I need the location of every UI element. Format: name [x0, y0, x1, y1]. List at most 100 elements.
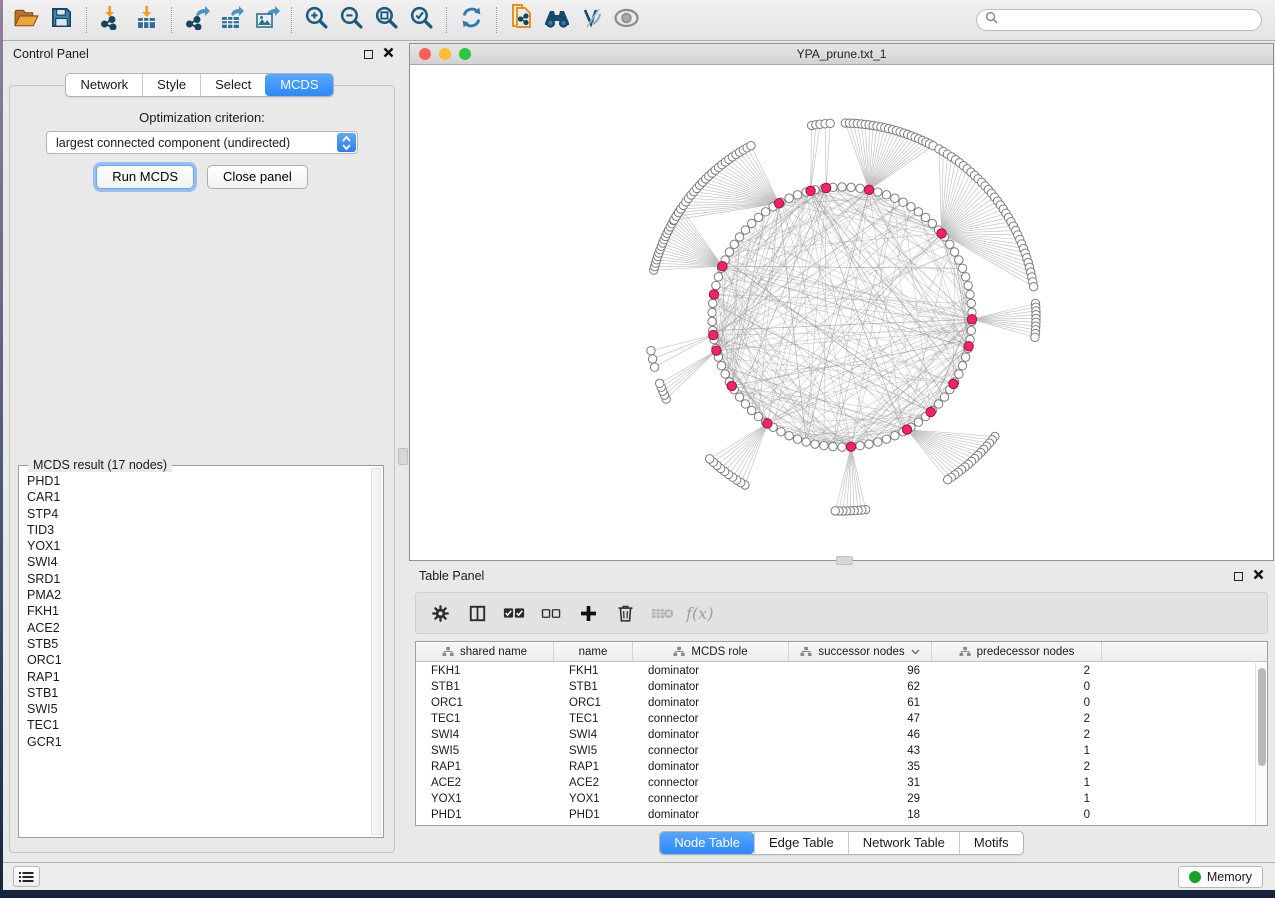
float-panel-icon[interactable]: [1234, 572, 1243, 581]
column-header-name[interactable]: name: [554, 642, 633, 661]
table-row[interactable]: ACE2ACE2connector311: [416, 775, 1255, 791]
open-file-button[interactable]: [9, 3, 44, 37]
mcds-result-scrollbar[interactable]: [371, 468, 381, 835]
create-column-button[interactable]: [573, 597, 603, 629]
tab-edge-table[interactable]: Edge Table: [754, 832, 848, 854]
refresh-button[interactable]: [454, 3, 489, 37]
mcds-list-item[interactable]: GCR1: [27, 734, 367, 750]
horizontal-splitter-handle[interactable]: [836, 556, 853, 565]
tab-select[interactable]: Select: [200, 74, 265, 96]
window-close-icon[interactable]: [419, 48, 431, 60]
control-panel-titlebar: Control Panel: [3, 41, 404, 67]
show-task-history-button[interactable]: [13, 866, 40, 887]
tab-mcds[interactable]: MCDS: [265, 74, 332, 96]
mcds-list-item[interactable]: STB1: [27, 685, 367, 701]
table-scrollbar[interactable]: [1255, 663, 1267, 825]
table-row[interactable]: ORC1ORC1dominator610: [416, 695, 1255, 711]
new-network-from-selection-button[interactable]: [504, 3, 539, 37]
network-document-icon: [509, 4, 535, 36]
table-cell: ORC1: [554, 697, 633, 709]
delete-column-button[interactable]: [610, 597, 640, 629]
column-header-mcds-role[interactable]: MCDS role: [633, 642, 789, 661]
mcds-list-item[interactable]: SWI4: [27, 554, 367, 570]
mcds-list-item[interactable]: SRD1: [27, 571, 367, 587]
mcds-list-item[interactable]: SWI5: [27, 701, 367, 717]
mcds-result-list[interactable]: PHD1CAR1STP4TID3YOX1SWI4SRD1PMA2FKH1ACE2…: [27, 473, 367, 833]
close-panel-button[interactable]: Close panel: [207, 165, 308, 189]
mcds-list-item[interactable]: PMA2: [27, 587, 367, 603]
vertical-splitter-handle[interactable]: [398, 448, 408, 465]
tab-style[interactable]: Style: [142, 74, 200, 96]
network-window-titlebar[interactable]: YPA_prune.txt_1: [410, 44, 1273, 65]
window-minimize-icon[interactable]: [439, 48, 451, 60]
network-canvas[interactable]: [410, 65, 1273, 560]
mcds-list-item[interactable]: RAP1: [27, 669, 367, 685]
import-network-button[interactable]: [94, 3, 129, 37]
tab-network-table[interactable]: Network Table: [848, 832, 959, 854]
import-table-button[interactable]: [129, 3, 164, 37]
search-input[interactable]: [1003, 13, 1253, 27]
mcds-list-item[interactable]: ORC1: [27, 652, 367, 668]
select-all-rows-button[interactable]: [499, 597, 529, 629]
save-session-button[interactable]: [44, 3, 79, 37]
attribute-type-icon: [673, 646, 685, 657]
table-row[interactable]: SWI4SWI4dominator462: [416, 727, 1255, 743]
export-image-button[interactable]: [249, 3, 284, 37]
search-field[interactable]: [976, 9, 1262, 31]
mcds-list-item[interactable]: FKH1: [27, 603, 367, 619]
tab-motifs[interactable]: Motifs: [959, 832, 1023, 854]
float-panel-icon[interactable]: [364, 50, 373, 59]
mcds-list-item[interactable]: CAR1: [27, 489, 367, 505]
zoom-out-button[interactable]: [334, 3, 369, 37]
mcds-list-item[interactable]: ACE2: [27, 620, 367, 636]
close-panel-icon[interactable]: [1253, 569, 1264, 583]
table-cell: 46: [789, 729, 932, 741]
fit-content-button[interactable]: [369, 3, 404, 37]
export-network-button[interactable]: [179, 3, 214, 37]
table-settings-button[interactable]: [425, 597, 455, 629]
mcds-list-item[interactable]: YOX1: [27, 538, 367, 554]
optimization-criterion-value: largest connected component (undirected): [56, 136, 290, 150]
table-cell: 2: [932, 761, 1102, 773]
export-table-button[interactable]: [214, 3, 249, 37]
first-neighbors-button[interactable]: [539, 3, 574, 37]
table-row[interactable]: TEC1TEC1connector472: [416, 711, 1255, 727]
node-table-header: shared name name MCDS role successor nod…: [416, 642, 1267, 662]
zoom-in-button[interactable]: [299, 3, 334, 37]
table-cell: 35: [789, 761, 932, 773]
table-row[interactable]: FKH1FKH1dominator962: [416, 663, 1255, 679]
toolbar-separator: [86, 7, 87, 33]
mcds-list-item[interactable]: STB5: [27, 636, 367, 652]
table-cell: ACE2: [554, 777, 633, 789]
memory-button[interactable]: Memory: [1178, 866, 1263, 888]
run-mcds-button[interactable]: Run MCDS: [96, 165, 194, 189]
table-row[interactable]: YOX1YOX1connector291: [416, 791, 1255, 807]
table-row[interactable]: RAP1RAP1dominator352: [416, 759, 1255, 775]
table-scrollbar-thumb[interactable]: [1258, 668, 1266, 766]
table-cell: 2: [932, 729, 1102, 741]
hide-selected-button[interactable]: [574, 3, 609, 37]
mcds-list-item[interactable]: TEC1: [27, 717, 367, 733]
mcds-list-item[interactable]: TID3: [27, 522, 367, 538]
attribute-type-icon: [959, 646, 971, 657]
table-cell: ORC1: [416, 697, 554, 709]
close-panel-icon[interactable]: [383, 47, 394, 61]
table-row[interactable]: PHD1PHD1dominator180: [416, 807, 1255, 823]
show-column-button[interactable]: [462, 597, 492, 629]
column-header-successor-nodes[interactable]: successor nodes: [789, 642, 932, 661]
table-row[interactable]: STB1STB1dominator620: [416, 679, 1255, 695]
show-all-button[interactable]: [609, 3, 644, 37]
tab-network[interactable]: Network: [66, 74, 142, 96]
table-row[interactable]: SWI5SWI5connector431: [416, 743, 1255, 759]
table-cell: 29: [789, 793, 932, 805]
tab-node-table[interactable]: Node Table: [660, 832, 754, 854]
optimization-criterion-select[interactable]: largest connected component (undirected): [46, 131, 358, 154]
column-header-shared-name[interactable]: shared name: [416, 642, 554, 661]
deselect-all-rows-button[interactable]: [536, 597, 566, 629]
zoom-selected-button[interactable]: [404, 3, 439, 37]
column-header-predecessor-nodes[interactable]: predecessor nodes: [932, 642, 1102, 661]
mcds-list-item[interactable]: STP4: [27, 506, 367, 522]
mcds-list-item[interactable]: PHD1: [27, 473, 367, 489]
window-zoom-icon[interactable]: [459, 48, 471, 60]
network-window-title: YPA_prune.txt_1: [410, 47, 1273, 61]
